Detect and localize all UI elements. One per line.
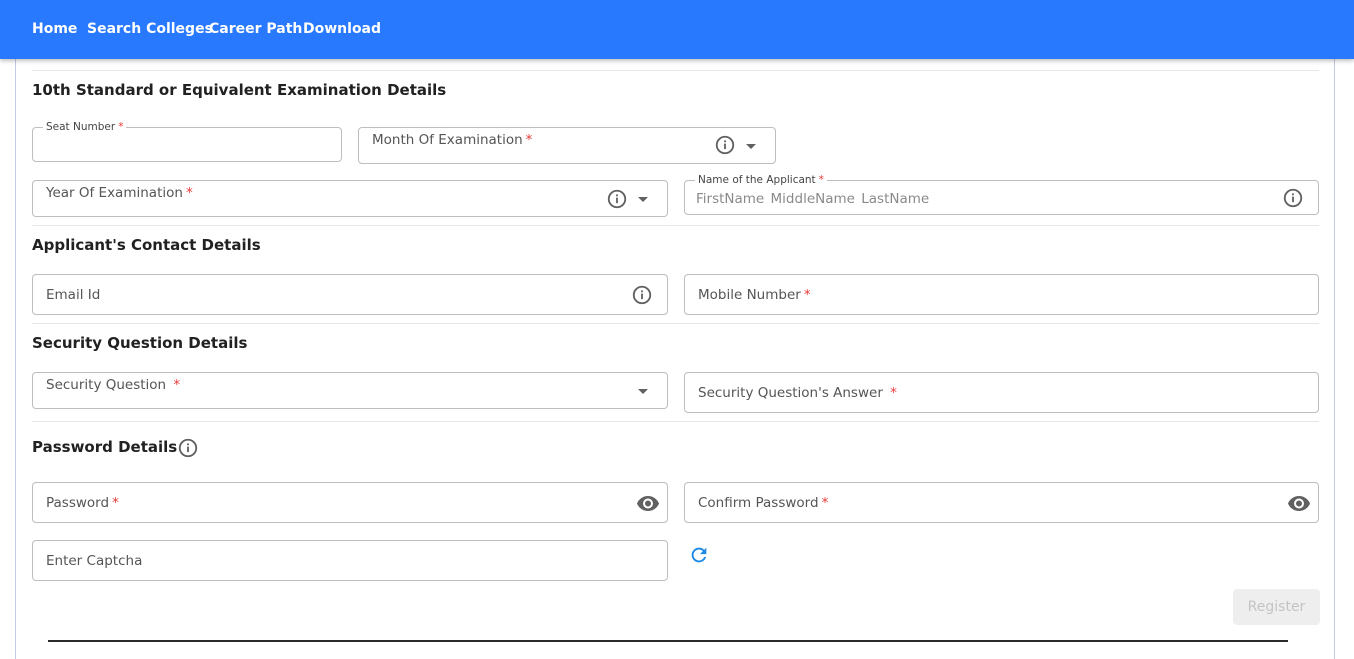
security-answer-label: Security Question's Answer *	[698, 385, 897, 401]
eye-icon[interactable]	[636, 491, 660, 515]
month-of-examination-label: Month Of Examination *	[372, 132, 533, 148]
info-icon[interactable]	[1282, 187, 1304, 209]
confirm-password-field[interactable]: Confirm Password *	[684, 482, 1319, 523]
password-field[interactable]: Password *	[32, 482, 668, 523]
email-label: Email Id	[46, 287, 101, 303]
divider	[32, 421, 1319, 422]
divider	[32, 225, 1319, 226]
mobile-number-label: Mobile Number *	[698, 287, 811, 303]
info-icon[interactable]	[606, 188, 628, 210]
divider	[32, 323, 1319, 324]
divider	[32, 70, 1319, 71]
month-of-examination-select[interactable]: Month Of Examination *	[358, 127, 776, 164]
info-icon[interactable]	[714, 134, 736, 156]
chevron-down-icon[interactable]	[638, 389, 648, 394]
eye-icon[interactable]	[1287, 491, 1311, 515]
nav-career-path[interactable]: Career Path	[209, 20, 302, 38]
year-of-examination-label: Year Of Examination *	[46, 185, 193, 201]
info-icon[interactable]	[177, 437, 199, 459]
top-navbar: Home Search Colleges Career Path Downloa…	[0, 0, 1354, 59]
section-title-contact: Applicant's Contact Details	[32, 236, 261, 254]
chevron-down-icon[interactable]	[746, 144, 756, 149]
confirm-password-label: Confirm Password *	[698, 495, 829, 511]
year-of-examination-select[interactable]: Year Of Examination *	[32, 180, 668, 217]
info-icon[interactable]	[631, 284, 653, 306]
refresh-icon[interactable]	[688, 544, 710, 566]
register-button[interactable]: Register	[1233, 589, 1320, 625]
seat-number-field[interactable]: Seat Number *	[32, 121, 342, 162]
section-title-security: Security Question Details	[32, 334, 248, 352]
section-title-exam: 10th Standard or Equivalent Examination …	[32, 81, 447, 99]
captcha-field[interactable]: Enter Captcha	[32, 540, 668, 581]
captcha-label: Enter Captcha	[46, 553, 143, 569]
nav-search-colleges[interactable]: Search Colleges	[87, 20, 213, 38]
mobile-number-field[interactable]: Mobile Number *	[684, 274, 1319, 315]
nav-download[interactable]: Download	[303, 20, 381, 38]
email-field[interactable]: Email Id	[32, 274, 668, 315]
applicant-name-placeholder: FirstName MiddleName LastName	[696, 191, 930, 207]
security-question-select[interactable]: Security Question *	[32, 372, 668, 409]
security-answer-field[interactable]: Security Question's Answer *	[684, 372, 1319, 413]
applicant-name-label: Name of the Applicant *	[695, 174, 827, 186]
password-label: Password *	[46, 495, 119, 511]
security-question-label: Security Question *	[46, 377, 181, 393]
applicant-name-field[interactable]: Name of the Applicant * FirstName MiddleN…	[684, 174, 1319, 215]
seat-number-label: Seat Number *	[43, 121, 127, 133]
section-title-password: Password Details	[32, 438, 178, 456]
chevron-down-icon[interactable]	[638, 197, 648, 202]
nav-home[interactable]: Home	[32, 20, 77, 38]
